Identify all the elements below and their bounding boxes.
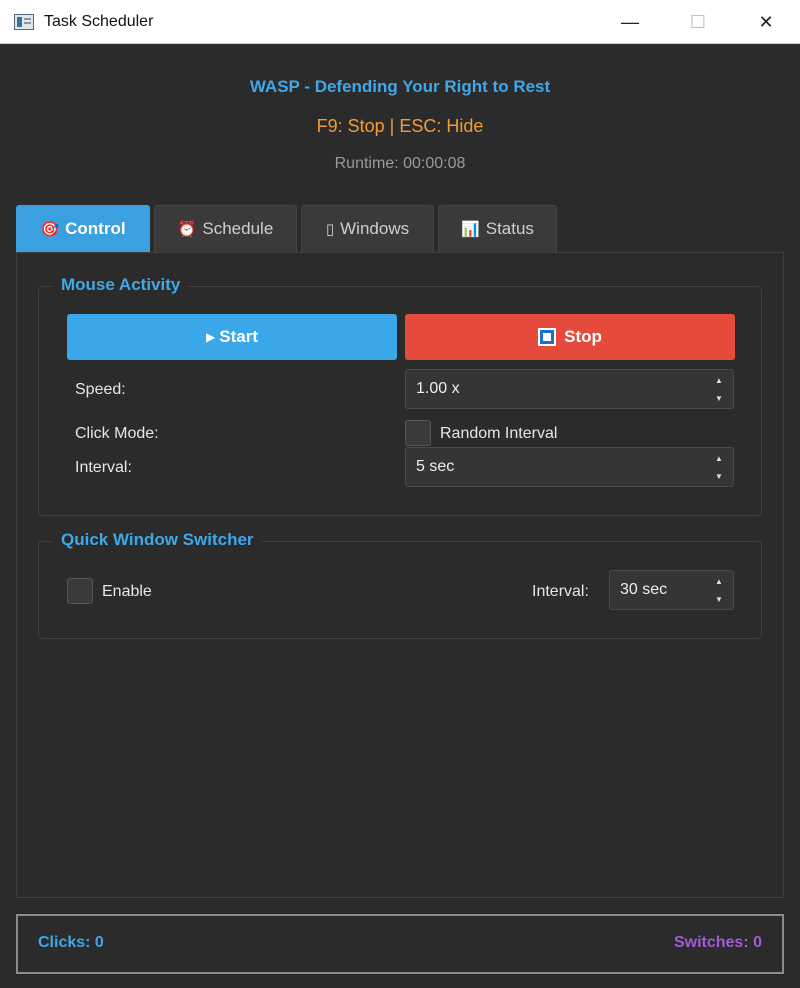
tab-bar: 🎯 Control ⏰ Schedule ▯ Windows 📊 Status xyxy=(16,205,561,252)
random-interval-checkbox[interactable] xyxy=(405,420,431,446)
switches-counter: Switches: 0 xyxy=(673,934,762,951)
alarm-clock-icon: ⏰ xyxy=(177,221,197,238)
switcher-interval-stepper[interactable]: ▲ ▼ xyxy=(709,573,729,607)
window-title: Task Scheduler xyxy=(44,12,154,30)
clicks-counter: Clicks: 0 xyxy=(38,934,104,951)
speed-stepper[interactable]: ▲ ▼ xyxy=(709,372,729,406)
tab-control[interactable]: 🎯 Control xyxy=(16,205,150,252)
tab-label: Control xyxy=(65,219,126,238)
interval-spinbox[interactable]: 5 sec ▲ ▼ xyxy=(405,447,734,487)
chevron-up-icon[interactable]: ▲ xyxy=(715,450,723,466)
switcher-interval-label: Interval: xyxy=(532,583,589,600)
enable-switcher-label[interactable]: Enable xyxy=(102,583,152,601)
switcher-interval-spinbox[interactable]: 30 sec ▲ ▼ xyxy=(609,570,734,610)
window-icon: ▯ xyxy=(325,221,335,238)
control-tab-panel: Mouse Activity ▶ Start Stop Speed: 1.00 … xyxy=(16,252,784,898)
window-controls: — ☐ ✕ xyxy=(596,0,800,44)
chevron-down-icon[interactable]: ▼ xyxy=(715,591,723,607)
title-bar: Task Scheduler — ☐ ✕ xyxy=(0,0,800,44)
tab-label: Schedule xyxy=(202,219,274,238)
window-switcher-title: Quick Window Switcher xyxy=(53,530,262,550)
enable-switcher-checkbox[interactable] xyxy=(67,578,93,604)
speed-spinbox[interactable]: 1.00 x ▲ ▼ xyxy=(405,369,734,409)
tab-schedule[interactable]: ⏰ Schedule xyxy=(154,205,297,252)
tab-windows[interactable]: ▯ Windows xyxy=(301,205,434,252)
stop-icon xyxy=(538,328,557,346)
bar-chart-icon: 📊 xyxy=(461,221,480,238)
window-switcher-group: Quick Window Switcher Enable Interval: 3… xyxy=(38,530,762,639)
chevron-down-icon[interactable]: ▼ xyxy=(715,468,723,484)
minimize-button[interactable]: — xyxy=(596,0,664,44)
play-icon: ▶ xyxy=(206,330,216,344)
random-interval-label[interactable]: Random Interval xyxy=(440,425,557,443)
speed-value: 1.00 x xyxy=(416,380,460,397)
mouse-activity-title: Mouse Activity xyxy=(53,275,189,295)
close-button[interactable]: ✕ xyxy=(732,0,800,44)
chevron-up-icon[interactable]: ▲ xyxy=(715,573,723,589)
maximize-button[interactable]: ☐ xyxy=(664,0,732,44)
main-area: WASP - Defending Your Right to Rest F9: … xyxy=(0,45,800,988)
interval-label: Interval: xyxy=(75,459,132,476)
switcher-interval-value: 30 sec xyxy=(620,581,668,598)
interval-stepper[interactable]: ▲ ▼ xyxy=(709,450,729,484)
chevron-up-icon[interactable]: ▲ xyxy=(715,372,723,388)
interval-value: 5 sec xyxy=(416,458,455,475)
app-tagline: WASP - Defending Your Right to Rest xyxy=(249,77,551,96)
speed-label: Speed: xyxy=(75,381,126,398)
click-mode-label: Click Mode: xyxy=(75,425,159,442)
start-button-label: Start xyxy=(219,327,258,346)
stop-button-label: Stop xyxy=(564,327,602,346)
start-button[interactable]: ▶ Start xyxy=(67,314,397,360)
status-footer: Clicks: 0 Switches: 0 xyxy=(16,914,784,974)
chevron-down-icon[interactable]: ▼ xyxy=(715,390,723,406)
stop-button[interactable]: Stop xyxy=(405,314,735,360)
tab-status[interactable]: 📊 Status xyxy=(438,205,557,252)
mouse-activity-group: Mouse Activity ▶ Start Stop Speed: 1.00 … xyxy=(38,275,762,516)
app-icon xyxy=(14,13,34,30)
tab-label: Status xyxy=(485,219,534,238)
runtime-display: Runtime: 00:00:08 xyxy=(334,155,466,172)
hotkey-hint: F9: Stop | ESC: Hide xyxy=(316,116,484,136)
target-icon: 🎯 xyxy=(40,221,60,238)
tab-label: Windows xyxy=(340,219,410,238)
